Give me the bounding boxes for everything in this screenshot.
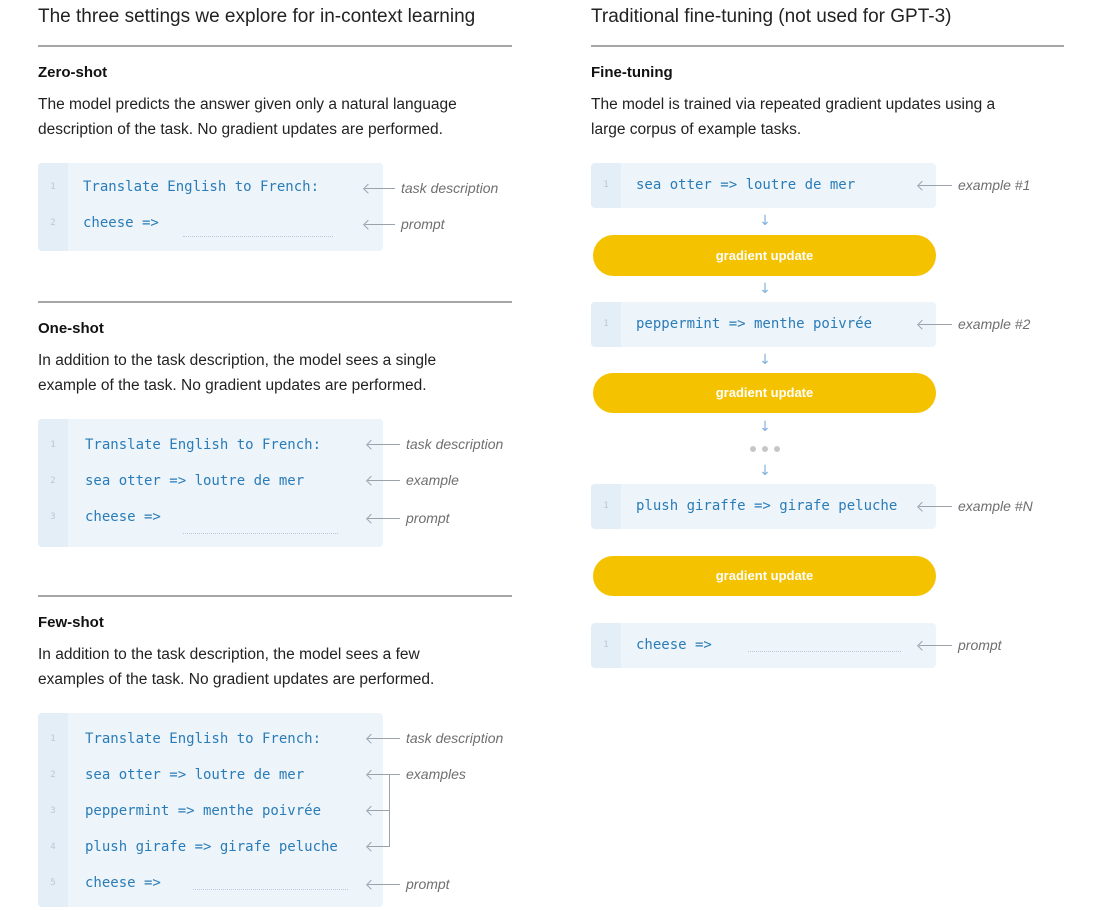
blank-answer-line [193,889,348,890]
code-line: sea otter => loutre de mer [85,473,305,489]
code-line: peppermint => menthe poivrée [85,803,322,819]
code-line: cheese => [85,875,161,891]
annotation: prompt [401,216,445,232]
code-line: sea otter => loutre de mer [636,177,856,193]
left-arrow-icon [368,884,400,885]
code-line: sea otter => loutre de mer [85,767,305,783]
code-line: Translate English to French: [83,179,320,195]
annotation: example [406,472,459,488]
code-line: plush girafe => girafe peluche [85,839,338,855]
left-arrow-icon [365,188,395,189]
one-shot-code-box: 1 Translate English to French: 2 sea ott… [38,419,383,547]
blank-answer-line [748,651,901,652]
left-arrow-icon [368,846,390,847]
line-number: 2 [50,218,56,228]
annotation: example #1 [958,177,1031,193]
left-arrow-icon [368,518,400,519]
gradient-update-pill: gradient update [593,235,936,276]
prompt-code-box: 1 cheese => [591,623,936,668]
code-line: cheese => [85,509,161,525]
few-shot-code-box: 1 Translate English to French: 2 sea ott… [38,713,383,907]
annotation: examples [406,766,466,782]
code-line: peppermint => menthe poivrée [636,316,873,332]
annotation: example #N [958,498,1033,514]
blank-answer-line [183,533,338,534]
left-arrow-icon [365,224,395,225]
few-shot-heading: Few-shot [38,614,104,631]
left-arrow-icon [368,444,400,445]
line-number: 1 [50,734,56,744]
annotation: task description [401,180,499,196]
line-number: 3 [50,512,56,522]
left-arrow-icon [368,480,400,481]
left-arrow-icon [919,185,952,186]
annotation: prompt [406,510,450,526]
blank-answer-line [183,236,333,237]
divider [591,45,1064,47]
left-arrow-icon [368,774,400,775]
annotation: task description [406,730,504,746]
code-line: plush giraffe => girafe peluche [636,498,898,514]
left-arrow-icon [919,324,952,325]
code-line: Translate English to French: [85,731,322,747]
fine-tuning-title: Traditional fine-tuning (not used for GP… [591,6,952,27]
code-line: Translate English to French: [85,437,322,453]
line-number: 1 [603,640,609,650]
line-number: 4 [50,842,56,852]
annotation: task description [406,436,504,452]
line-number: 5 [50,878,56,888]
line-number: 1 [603,180,609,190]
down-arrow-icon: ↓ [759,419,771,435]
few-shot-description: In addition to the task description, the… [38,646,435,688]
zero-shot-heading: Zero-shot [38,64,108,81]
left-arrow-icon [368,738,400,739]
annotation: prompt [958,637,1002,653]
gradient-update-pill: gradient update [593,556,936,596]
divider [38,595,512,597]
one-shot-heading: One-shot [38,320,104,337]
line-number: 1 [603,319,609,329]
down-arrow-icon: ↓ [759,463,771,479]
line-number: 1 [603,501,609,511]
line-number: 3 [50,806,56,816]
example-code-box: 1 plush giraffe => girafe peluche [591,484,936,529]
divider [38,45,512,47]
example-code-box: 1 sea otter => loutre de mer [591,163,936,208]
down-arrow-icon: ↓ [759,281,771,297]
code-line: cheese => [636,637,712,653]
examples-bracket [389,774,390,846]
one-shot-description: In addition to the task description, the… [38,352,437,394]
code-line: cheese => [83,215,159,231]
fine-tuning-heading: Fine-tuning [591,64,673,81]
ellipsis-dot [750,446,756,452]
in-context-title: The three settings we explore for in-con… [38,6,476,27]
zero-shot-description: The model predicts the answer given only… [38,96,457,138]
annotation: prompt [406,876,450,892]
ellipsis-dot [774,446,780,452]
left-arrow-icon [919,645,952,646]
example-code-box: 1 peppermint => menthe poivrée [591,302,936,347]
fine-tuning-description: The model is trained via repeated gradie… [591,96,996,138]
zero-shot-code-box: 1 Translate English to French: 2 cheese … [38,163,383,251]
line-number: 2 [50,770,56,780]
annotation: example #2 [958,316,1031,332]
gradient-update-pill: gradient update [593,373,936,413]
ellipsis-dot [762,446,768,452]
left-arrow-icon [919,506,952,507]
line-number: 1 [50,440,56,450]
down-arrow-icon: ↓ [759,213,771,229]
down-arrow-icon: ↓ [759,352,771,368]
left-arrow-icon [368,810,390,811]
line-number: 2 [50,476,56,486]
line-number: 1 [50,182,56,192]
divider [38,301,512,303]
